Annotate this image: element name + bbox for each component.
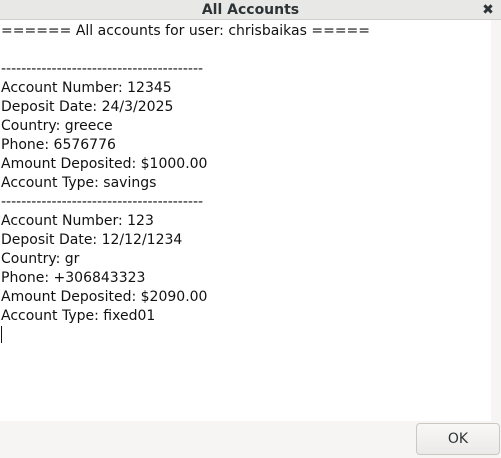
window-title: All Accounts — [201, 2, 300, 18]
account-type-line: Account Type: fixed01 — [1, 308, 156, 324]
header-line: ====== All accounts for user: chrisbaika… — [1, 23, 371, 39]
country-line: Country: greece — [1, 118, 113, 134]
title-bar: All Accounts ✖ — [0, 0, 501, 20]
text-caret — [1, 326, 2, 343]
deposit-date-line: Deposit Date: 12/12/1234 — [1, 232, 183, 248]
close-icon[interactable]: ✖ — [479, 1, 497, 19]
account-number-line: Account Number: 123 — [1, 213, 154, 229]
amount-line: Amount Deposited: $1000.00 — [1, 156, 208, 172]
deposit-date-line: Deposit Date: 24/3/2025 — [1, 99, 174, 115]
amount-line: Amount Deposited: $2090.00 — [1, 289, 208, 305]
separator-line: ---------------------------------------- — [1, 61, 204, 77]
phone-line: Phone: 6576776 — [1, 137, 116, 153]
separator-line: ---------------------------------------- — [1, 194, 204, 210]
account-number-line: Account Number: 12345 — [1, 80, 172, 96]
ok-button[interactable]: OK — [416, 423, 500, 455]
phone-line: Phone: +306843323 — [1, 270, 146, 286]
accounts-text-area[interactable]: ====== All accounts for user: chrisbaika… — [0, 20, 491, 421]
account-type-line: Account Type: savings — [1, 175, 157, 191]
country-line: Country: gr — [1, 251, 80, 267]
